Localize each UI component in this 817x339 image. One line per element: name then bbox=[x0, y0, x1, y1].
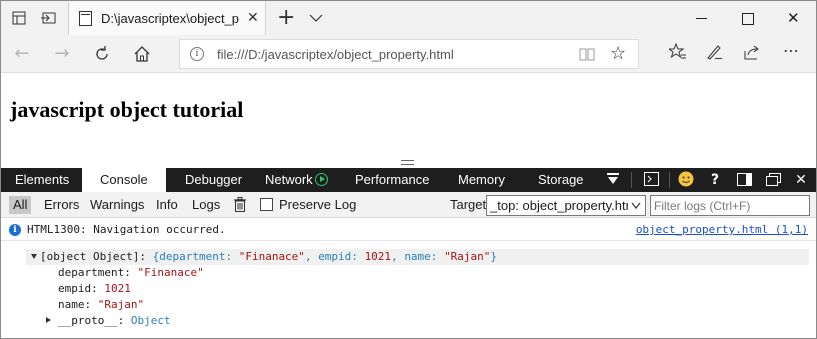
preserve-log-checkbox[interactable] bbox=[260, 198, 273, 211]
brace-close: } bbox=[490, 250, 498, 263]
message-text: HTML1300: Navigation occurred. bbox=[27, 223, 226, 236]
filter-logs-input[interactable] bbox=[651, 196, 807, 215]
browser-tab[interactable]: D:\javascriptex\object_p ✕ bbox=[68, 2, 266, 35]
property-key: name: bbox=[58, 298, 92, 311]
dock-icon[interactable] bbox=[734, 168, 754, 192]
property-row: name: "Rajan" bbox=[26, 297, 809, 313]
property-row: empid: 1021 bbox=[26, 281, 809, 297]
summary-key-empid: empid: bbox=[318, 250, 358, 263]
filter-all-button[interactable]: All bbox=[9, 196, 32, 214]
summary-key-department: department: bbox=[159, 250, 233, 263]
maximize-button[interactable] bbox=[725, 1, 771, 35]
tab-title: D:\javascriptex\object_p bbox=[101, 11, 240, 26]
forward-icon[interactable]: → bbox=[51, 43, 73, 65]
close-devtools-icon[interactable]: ✕ bbox=[791, 168, 811, 192]
record-icon[interactable] bbox=[314, 173, 328, 186]
clear-console-icon[interactable] bbox=[234, 197, 246, 212]
help-icon[interactable]: ? bbox=[706, 168, 724, 192]
collapse-triangle-icon[interactable] bbox=[31, 254, 37, 259]
expand-triangle-icon[interactable] bbox=[46, 317, 51, 323]
title-bar: D:\javascriptex\object_p ✕ + ✕ bbox=[1, 1, 816, 35]
address-text[interactable]: file:///D:/javascriptex/object_property.… bbox=[217, 47, 454, 62]
summary-key-name: name: bbox=[404, 250, 438, 263]
home-icon[interactable] bbox=[131, 43, 153, 65]
chevron-down-icon bbox=[631, 202, 641, 209]
property-value: "Finanace" bbox=[137, 266, 204, 279]
toolbar-separator bbox=[631, 172, 632, 188]
proto-value: Object bbox=[130, 314, 171, 327]
tab-preview-icon[interactable] bbox=[41, 10, 57, 26]
property-value: "Rajan" bbox=[97, 298, 145, 311]
summary-value-department: "Finanace" bbox=[238, 250, 305, 263]
summary-value-empid: 1021 bbox=[364, 250, 392, 263]
tab-elements[interactable]: Elements bbox=[15, 168, 69, 192]
minimize-button[interactable] bbox=[679, 1, 725, 35]
property-row: department: "Finanace" bbox=[26, 265, 809, 281]
property-value: 1021 bbox=[104, 282, 131, 295]
page-icon bbox=[79, 11, 92, 26]
new-tab-icon[interactable]: + bbox=[277, 5, 295, 30]
share-icon[interactable] bbox=[743, 43, 761, 65]
filter-warnings-button[interactable]: Warnings bbox=[86, 196, 148, 214]
object-summary-row[interactable]: [object Object]: {department: "Finanace"… bbox=[26, 249, 809, 265]
chevron-down-icon[interactable] bbox=[309, 11, 323, 25]
refresh-icon[interactable] bbox=[91, 43, 113, 65]
filter-logs-input-box[interactable] bbox=[650, 195, 810, 216]
filter-info-button[interactable]: Info bbox=[152, 196, 182, 214]
filter-errors-button[interactable]: Errors bbox=[40, 196, 83, 214]
tab-debugger[interactable]: Debugger bbox=[185, 168, 242, 192]
console-output: i HTML1300: Navigation occurred. object_… bbox=[1, 219, 816, 338]
more-options-icon[interactable]: ⋯ bbox=[783, 41, 799, 60]
console-message: i HTML1300: Navigation occurred. object_… bbox=[1, 219, 816, 241]
navigation-bar: ← → i file:///D:/javascriptex/object_pro… bbox=[1, 35, 816, 73]
summary-comma: , bbox=[391, 250, 398, 263]
target-select[interactable]: _top: object_property.htm bbox=[486, 195, 646, 216]
target-select-value: _top: object_property.htm bbox=[490, 198, 628, 213]
info-icon: i bbox=[9, 224, 21, 236]
devtools-tab-bar: Elements Console Debugger Network Perfor… bbox=[1, 168, 816, 192]
more-tabs-icon[interactable] bbox=[603, 168, 623, 192]
devtools-resize-handle[interactable] bbox=[401, 160, 414, 165]
message-source-link[interactable]: object_property.html (1,1) bbox=[636, 223, 808, 236]
summary-value-name: "Rajan" bbox=[444, 250, 491, 263]
target-label: Target bbox=[450, 197, 487, 212]
feedback-smiley-icon[interactable] bbox=[676, 168, 696, 192]
back-icon[interactable]: ← bbox=[11, 43, 33, 65]
close-tab-icon[interactable]: ✕ bbox=[247, 10, 259, 26]
undock-icon[interactable] bbox=[763, 168, 783, 192]
filter-logs-button[interactable]: Logs bbox=[188, 196, 224, 214]
set-aside-tabs-icon[interactable] bbox=[11, 10, 27, 26]
address-bar[interactable]: i file:///D:/javascriptex/object_propert… bbox=[179, 39, 639, 69]
pen-icon[interactable] bbox=[705, 43, 723, 65]
site-info-icon[interactable]: i bbox=[190, 47, 204, 61]
console-toolbar: All Errors Warnings Info Logs Preserve L… bbox=[1, 192, 816, 218]
tab-performance[interactable]: Performance bbox=[355, 168, 429, 192]
object-log-entry: [object Object]: {department: "Finanace"… bbox=[26, 249, 809, 329]
favorites-icon[interactable] bbox=[667, 42, 687, 65]
console-toggle-icon[interactable] bbox=[641, 168, 661, 192]
tab-network-label: Network bbox=[265, 172, 313, 187]
reading-view-icon[interactable] bbox=[579, 48, 595, 61]
preserve-log-label: Preserve Log bbox=[279, 197, 357, 212]
close-window-button[interactable]: ✕ bbox=[771, 1, 817, 35]
object-label: [object Object]: bbox=[40, 250, 146, 263]
summary-comma: , bbox=[304, 250, 312, 263]
property-key: department: bbox=[58, 266, 131, 279]
tab-console[interactable]: Console bbox=[82, 168, 166, 192]
property-key: empid: bbox=[58, 282, 98, 295]
tab-memory[interactable]: Memory bbox=[458, 168, 505, 192]
page-heading: javascript object tutorial bbox=[10, 97, 244, 122]
toolbar-separator bbox=[669, 172, 670, 188]
tab-storage[interactable]: Storage bbox=[538, 168, 584, 192]
favorite-star-icon[interactable]: ☆ bbox=[610, 43, 626, 64]
tab-network[interactable]: Network bbox=[265, 168, 328, 192]
proto-row[interactable]: __proto__: Object bbox=[26, 313, 809, 329]
proto-key: __proto__: bbox=[58, 314, 125, 327]
